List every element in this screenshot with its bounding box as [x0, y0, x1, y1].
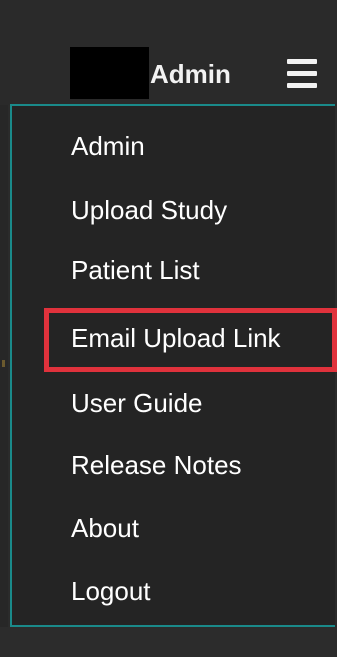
- menu-item-upload-study[interactable]: Upload Study: [71, 190, 227, 230]
- menu-item-logout[interactable]: Logout: [71, 571, 151, 611]
- background-bottom-strip: [0, 627, 337, 657]
- hamburger-bar-middle: [287, 71, 317, 76]
- menu-item-patient-list[interactable]: Patient List: [71, 250, 200, 290]
- menu-item-email-upload-link[interactable]: Email Upload Link: [71, 318, 281, 358]
- menu-item-about[interactable]: About: [71, 508, 139, 548]
- menu-item-admin[interactable]: Admin: [71, 126, 145, 166]
- background-page-edge: [0, 105, 8, 657]
- menu-item-user-guide[interactable]: User Guide: [71, 383, 203, 423]
- user-name[interactable]: Admin: [150, 58, 231, 90]
- hamburger-bar-top: [287, 59, 317, 64]
- hamburger-menu-icon[interactable]: [287, 59, 317, 88]
- dropdown-menu: [10, 104, 335, 627]
- menu-item-release-notes[interactable]: Release Notes: [71, 445, 242, 485]
- top-bar: Admin: [0, 0, 337, 105]
- user-avatar[interactable]: [70, 47, 149, 99]
- hamburger-bar-bottom: [287, 83, 317, 88]
- background-page-mark: [2, 360, 5, 367]
